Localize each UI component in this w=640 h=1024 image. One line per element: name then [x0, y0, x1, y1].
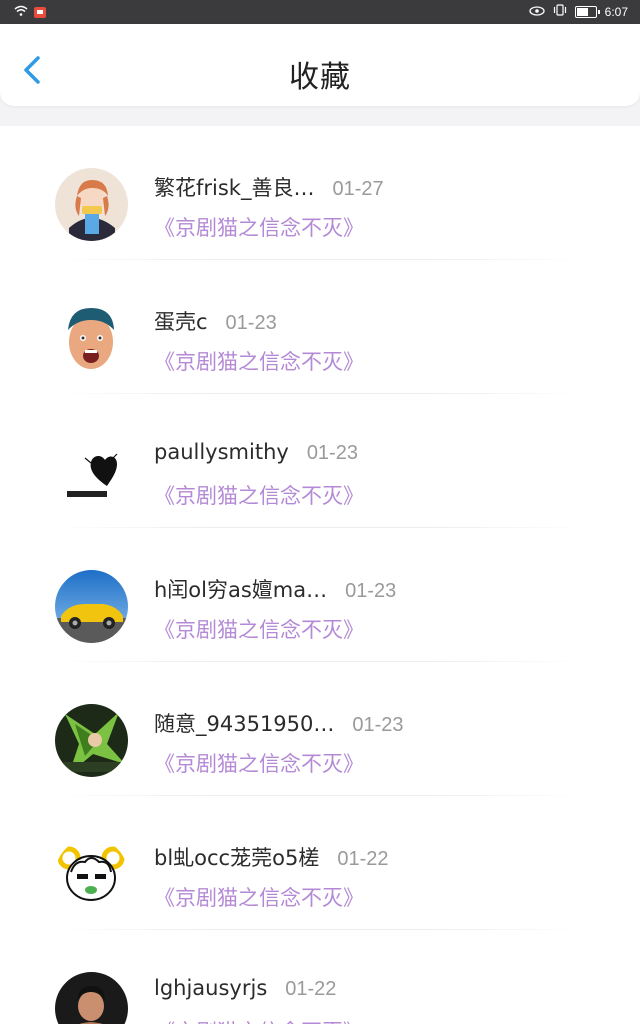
- username: 蛋壳c: [154, 310, 208, 334]
- list-item[interactable]: 随意_94351950… 01-23 《京剧猫之信念不灭》: [0, 662, 640, 796]
- work-title-link[interactable]: 《京剧猫之信念不灭》: [154, 480, 364, 510]
- notification-icon: [34, 6, 46, 18]
- username: 繁花frisk_善良…: [154, 176, 315, 200]
- list-item[interactable]: bl虬occ茏莞o5槎 01-22 《京剧猫之信念不灭》: [0, 796, 640, 930]
- avatar-man-face-icon: [55, 302, 128, 375]
- avatar-yellow-car-icon: [55, 570, 128, 643]
- battery-icon: [574, 5, 600, 18]
- list-item[interactable]: paullysmithy 01-23 《京剧猫之信念不灭》: [0, 394, 640, 528]
- page-title: 收藏: [289, 60, 351, 95]
- username: h闰ol穷as嬗ma…: [154, 578, 328, 602]
- username: 随意_94351950…: [154, 712, 335, 736]
- date: 01-22: [285, 978, 337, 1000]
- date: 01-23: [345, 580, 397, 602]
- vibrate-icon: [553, 4, 567, 19]
- date: 01-22: [337, 848, 389, 870]
- work-title-link[interactable]: 《京剧猫之信念不灭》: [154, 748, 364, 778]
- date: 01-23: [306, 442, 358, 464]
- list-item[interactable]: h闰ol穷as嬗ma… 01-23 《京剧猫之信念不灭》: [0, 528, 640, 662]
- username: bl虬occ茏莞o5槎: [154, 846, 320, 870]
- wifi-icon: [14, 5, 28, 19]
- date: 01-23: [225, 312, 277, 334]
- work-title-link[interactable]: 《京剧猫之信念不灭》: [154, 1016, 364, 1024]
- work-title-link[interactable]: 《京剧猫之信念不灭》: [154, 882, 364, 912]
- eye-icon: [528, 5, 545, 19]
- avatar-anime-girl-icon: [55, 168, 128, 241]
- username: lghjausyrjs: [154, 976, 268, 1000]
- work-title-link[interactable]: 《京剧猫之信念不灭》: [154, 212, 364, 242]
- favorites-list: 繁花frisk_善良… 01-27 《京剧猫之信念不灭》 蛋壳c 01-23 《…: [0, 126, 640, 1024]
- avatar-boxer-icon: [55, 972, 128, 1024]
- list-item[interactable]: 蛋壳c 01-23 《京剧猫之信念不灭》: [0, 260, 640, 394]
- username: paullysmithy: [154, 440, 289, 464]
- date: 01-27: [332, 178, 384, 200]
- avatar-sheep-icon: [55, 838, 128, 911]
- date: 01-23: [352, 714, 404, 736]
- clock-time: 6:07: [604, 4, 628, 19]
- work-title-link[interactable]: 《京剧猫之信念不灭》: [154, 346, 364, 376]
- list-item[interactable]: lghjausyrjs 01-22 《京剧猫之信念不灭》: [0, 930, 640, 1024]
- avatar-black-heart-icon: [55, 436, 128, 509]
- avatar-green-anime-icon: [55, 704, 128, 777]
- status-bar: 6:07: [0, 0, 640, 24]
- header-bar: 收藏: [0, 24, 640, 106]
- work-title-link[interactable]: 《京剧猫之信念不灭》: [154, 614, 364, 644]
- list-item[interactable]: 繁花frisk_善良… 01-27 《京剧猫之信念不灭》: [0, 126, 640, 260]
